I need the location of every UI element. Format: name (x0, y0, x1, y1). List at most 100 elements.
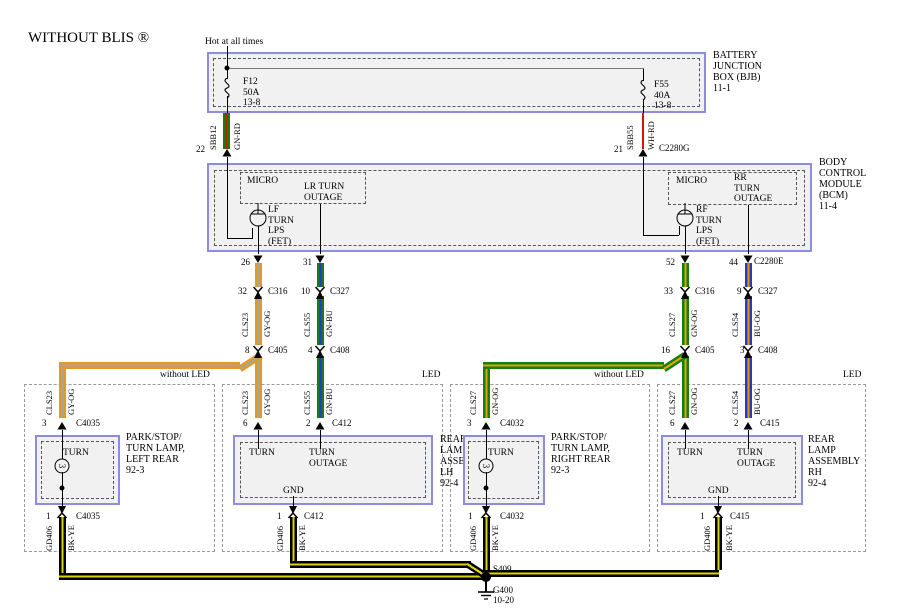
pin-label: C2280E (754, 256, 784, 266)
wire-color-label: CLS27 (469, 391, 478, 415)
page-title: WITHOUT BLIS ® (28, 30, 149, 46)
pin-label: C415 (730, 511, 750, 521)
asm-rh-turn-label: TURN (677, 448, 703, 459)
svg-text:3: 3 (481, 464, 491, 469)
pin-label: 1 (468, 511, 473, 521)
wire-color-label: CLS54 (731, 391, 740, 415)
asm-lh-turn-label: TURN (249, 448, 275, 459)
fuse-f55-icon (636, 80, 650, 100)
asm-rh-turn-outage-label: TURN OUTAGE (737, 448, 775, 469)
pin-label: C405 (695, 345, 715, 355)
pin-label: C316 (695, 286, 715, 296)
wire-segment (59, 362, 240, 369)
inline-connector-icon (742, 286, 754, 300)
asm-lh-gnd-label: GND (283, 486, 304, 497)
pin-label: 31 (303, 257, 312, 267)
connector-arrow-up-icon (57, 422, 67, 430)
wire-color-label: GD406 (703, 526, 712, 551)
micro-right-label: MICRO (676, 176, 707, 187)
pin-label: 8 (245, 345, 250, 355)
pin-label: G400 (493, 585, 513, 595)
pin-label: S409 (493, 564, 512, 574)
inline-connector-down-icon (480, 505, 492, 519)
pin-label: 2 (734, 418, 739, 428)
wire-segment (317, 356, 324, 418)
pin-label: 16 (661, 345, 670, 355)
connector-arrow-down-icon (680, 255, 690, 263)
battery-junction-box-label: BATTERY JUNCTION BOX (BJB) 11-1 (713, 50, 762, 94)
wire-segment (643, 69, 644, 81)
pin-label: 44 (729, 257, 738, 267)
wire-segment (642, 113, 644, 149)
park-stop-turn-lamp-right-label: PARK/STOP/ TURN LAMP, RIGHT REAR 92-3 (551, 432, 611, 476)
wire-segment (745, 356, 752, 418)
pin-label: 26 (241, 257, 250, 267)
wire-color-label: CLS23 (241, 313, 250, 337)
pin-label: C4035 (76, 418, 100, 428)
inline-connector-down-icon (56, 505, 68, 519)
wire-segment (682, 356, 689, 418)
rf-fet-icon (675, 202, 695, 228)
fuse-f12-icon (220, 78, 234, 98)
connector-arrow-up-icon (222, 149, 232, 157)
wire-color-label: CLS54 (731, 313, 740, 337)
wire-segment (643, 99, 644, 113)
wire-segment (682, 296, 689, 345)
group-label-without-led-left: without LED (160, 370, 210, 381)
pin-label: 2 (306, 418, 311, 428)
inline-connector-down-icon (287, 505, 299, 519)
wire-segment (483, 362, 664, 369)
wire-color-label: BK-YE (67, 525, 76, 551)
wire-color-label: GD406 (469, 526, 478, 551)
wire-segment (290, 517, 297, 561)
inline-connector-icon (679, 345, 691, 359)
pin-label: 4 (308, 345, 313, 355)
wire-segment (255, 296, 262, 345)
pin-label: C408 (758, 345, 778, 355)
pin-label: 52 (666, 257, 675, 267)
rr-turn-outage-label: RR TURN OUTAGE (734, 173, 772, 205)
wire-color-label: GD406 (45, 526, 54, 551)
wire-segment (255, 356, 262, 418)
group-label-without-led-right: without LED (594, 370, 644, 381)
wire-segment (227, 68, 644, 69)
lf-fet-icon (248, 202, 268, 228)
connector-arrow-up-icon (638, 149, 648, 157)
wire-segment (715, 517, 722, 570)
connector-arrow-up-icon (253, 422, 263, 430)
group-label-led-left: LED (422, 370, 440, 381)
wire-color-label: CLS27 (668, 391, 677, 415)
body-control-module-label: BODY CONTROL MODULE (BCM) 11-4 (819, 157, 866, 212)
inline-connector-icon (742, 345, 754, 359)
pin-label: 3 (467, 418, 472, 428)
inline-connector-icon (252, 345, 264, 359)
wire-segment (483, 570, 719, 577)
micro-left-label: MICRO (247, 176, 278, 187)
pin-label: C415 (760, 418, 780, 428)
inline-connector-icon (679, 286, 691, 300)
wire-segment (59, 517, 66, 573)
pin-label: C316 (268, 286, 288, 296)
connector-arrow-up-icon (315, 422, 325, 430)
wire-segment (486, 430, 487, 459)
wire-color-label: GN-BU (325, 388, 334, 415)
fuse-f12-label: F12 50A 13-8 (243, 77, 260, 109)
svg-text:3: 3 (57, 464, 67, 469)
wire-segment (483, 517, 490, 573)
wire-color-label: CLS55 (303, 313, 312, 337)
wire-segment (748, 205, 749, 254)
wire-color-label: GY-OG (67, 389, 76, 415)
wire-segment (745, 263, 752, 287)
inline-connector-icon (314, 286, 326, 300)
junction-dot (484, 486, 489, 491)
wire-segment (320, 430, 321, 449)
pin-label: 33 (664, 286, 673, 296)
pin-label: C412 (304, 511, 324, 521)
pin-label: 9 (737, 286, 742, 296)
asm-lh-turn-outage-label: TURN OUTAGE (309, 448, 347, 469)
pin-label: C408 (330, 345, 350, 355)
group-label-led-right: LED (843, 370, 861, 381)
wiring-diagram: WITHOUT BLIS ® Hot at all times without … (0, 0, 908, 610)
wire-segment (223, 113, 230, 149)
lamp-left-turn-label: TURN (63, 448, 89, 459)
